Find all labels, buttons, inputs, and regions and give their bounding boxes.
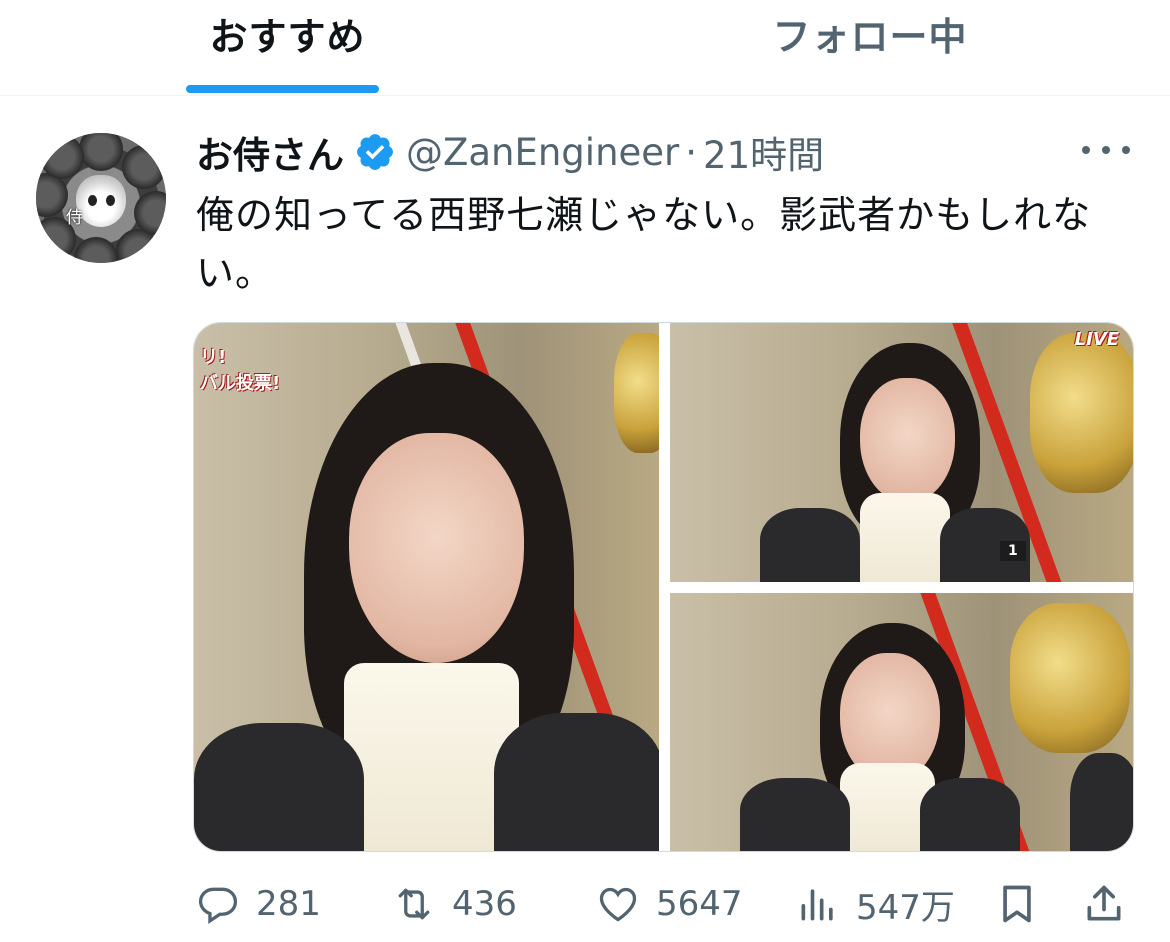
retweet-count: 436: [452, 884, 517, 924]
reply-count: 281: [256, 884, 321, 924]
timeline-tabs: おすすめ フォロー中: [0, 0, 1170, 96]
views-count: 547万: [856, 887, 955, 928]
display-name[interactable]: お侍さん: [196, 125, 344, 179]
media-image-2[interactable]: LIVE 1: [670, 323, 1133, 582]
retweet-button[interactable]: 436: [392, 872, 517, 936]
cat-face: [76, 175, 126, 227]
separator-dot: ·: [685, 130, 698, 174]
bookmark-button[interactable]: [995, 872, 1039, 936]
tweet-time[interactable]: 21時間: [703, 125, 824, 179]
bookmark-icon: [1003, 885, 1031, 923]
views-button[interactable]: 547万: [796, 872, 955, 936]
media-image-3[interactable]: [670, 593, 1133, 851]
tab-following[interactable]: フォロー中: [720, 0, 1020, 96]
reply-icon: [198, 887, 238, 924]
media-1-caption: リ! バル投票!: [200, 347, 281, 394]
live-badge: LIVE: [1074, 329, 1119, 350]
avatar[interactable]: 侍: [36, 133, 166, 263]
media-grid: リ! バル投票! LIVE 1: [193, 322, 1134, 852]
retweet-icon: [398, 888, 430, 920]
tweet-header: お侍さん @ZanEngineer · 21時間: [196, 124, 824, 180]
avatar-kanji: 侍: [66, 208, 83, 228]
verified-badge-icon: [357, 134, 393, 170]
tweet-text: 俺の知ってる西野七瀬じゃない。影武者かもしれない。: [196, 193, 1092, 295]
score-label: 1: [1000, 541, 1026, 561]
tab-following-label: フォロー中: [772, 15, 968, 59]
media-image-1[interactable]: リ! バル投票!: [194, 323, 659, 851]
tweet-actions: 281 436 5647 547万: [0, 872, 1170, 936]
share-icon: [1087, 885, 1121, 921]
like-count: 5647: [656, 884, 743, 924]
more-options-icon[interactable]: [1082, 140, 1130, 160]
tab-recommended-label: おすすめ: [209, 15, 366, 59]
tab-recommended[interactable]: おすすめ: [150, 0, 425, 96]
views-icon: [801, 889, 833, 921]
share-button[interactable]: [1082, 872, 1126, 936]
heart-icon: [599, 887, 637, 922]
like-button[interactable]: 5647: [596, 872, 743, 936]
reply-button[interactable]: 281: [196, 872, 321, 936]
active-tab-indicator: [186, 85, 379, 93]
user-handle[interactable]: @ZanEngineer: [406, 131, 679, 174]
